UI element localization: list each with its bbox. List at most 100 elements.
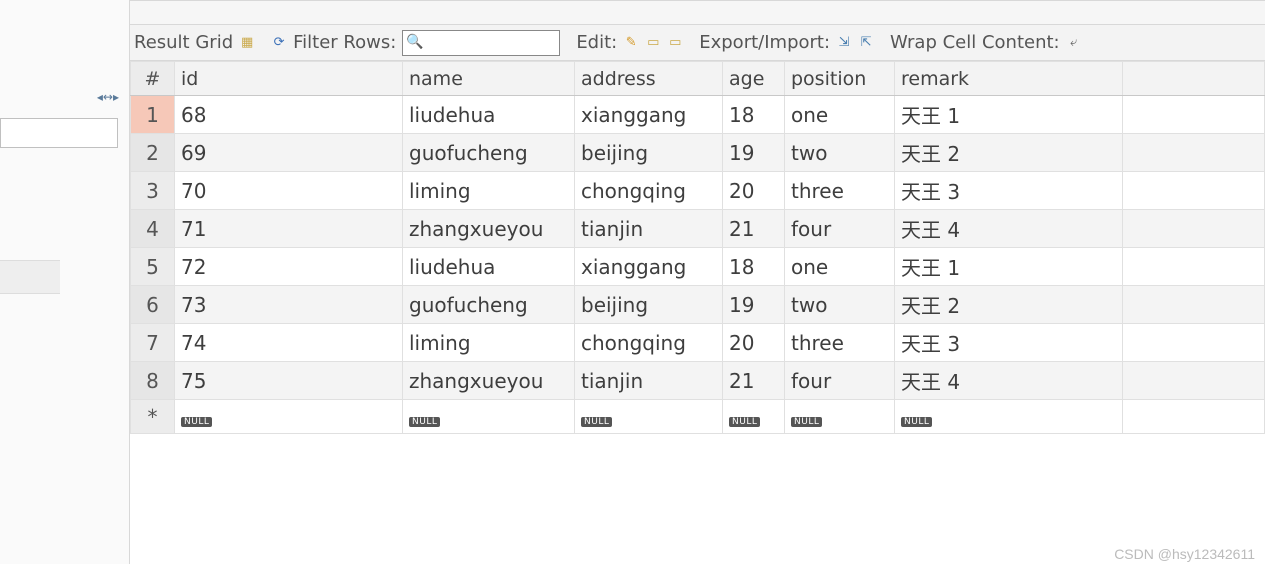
cell-extra[interactable] [1123,248,1265,286]
cell-name[interactable]: liming [403,324,575,362]
cell-age[interactable]: 20 [723,324,785,362]
col-position[interactable]: position [785,62,895,96]
cell-age[interactable]: 21 [723,210,785,248]
cell-position[interactable]: four [785,210,895,248]
table-row[interactable]: 774limingchongqing20three天王 3 [131,324,1265,362]
import-icon[interactable]: ⇱ [858,35,874,51]
rownum[interactable]: 3 [131,172,175,210]
rownum[interactable]: 1 [131,96,175,134]
cell-name[interactable]: zhangxueyou [403,362,575,400]
table-row[interactable]: 269guofuchengbeijing19two天王 2 [131,134,1265,172]
cell-address[interactable]: xianggang [575,96,723,134]
cell-name[interactable]: liudehua [403,96,575,134]
cell-name[interactable]: guofucheng [403,286,575,324]
result-grid[interactable]: # id name address age position remark 16… [130,61,1265,434]
cell-position[interactable]: three [785,172,895,210]
cell-name[interactable]: guofucheng [403,134,575,172]
table-row[interactable]: 168liudehuaxianggang18one天王 1 [131,96,1265,134]
cell-id[interactable]: 71 [175,210,403,248]
cell-position[interactable]: one [785,96,895,134]
cell-remark[interactable]: 天王 2 [895,134,1123,172]
table-row[interactable]: 370limingchongqing20three天王 3 [131,172,1265,210]
rownum[interactable]: 2 [131,134,175,172]
header-row[interactable]: # id name address age position remark [131,62,1265,96]
null-cell[interactable]: NULL [575,400,723,434]
panel-handle-icon[interactable]: ◂↔▸ [97,90,119,104]
cell-name[interactable]: liming [403,172,575,210]
rownum[interactable]: 6 [131,286,175,324]
cell-remark[interactable]: 天王 2 [895,286,1123,324]
cell-remark[interactable]: 天王 1 [895,96,1123,134]
side-search-input[interactable] [0,118,118,148]
table-row[interactable]: 875zhangxueyoutianjin21four天王 4 [131,362,1265,400]
rownum[interactable]: 4 [131,210,175,248]
col-name[interactable]: name [403,62,575,96]
rownum[interactable]: 7 [131,324,175,362]
cell-address[interactable]: tianjin [575,210,723,248]
cell-extra[interactable] [1123,96,1265,134]
cell-id[interactable]: 75 [175,362,403,400]
export-icon[interactable]: ⇲ [836,35,852,51]
cell-age[interactable]: 18 [723,248,785,286]
cell-extra[interactable] [1123,134,1265,172]
refresh-icon[interactable]: ⟳ [271,35,287,51]
cell-extra[interactable] [1123,210,1265,248]
col-age[interactable]: age [723,62,785,96]
cell-id[interactable]: 69 [175,134,403,172]
rownum[interactable]: 8 [131,362,175,400]
cell-position[interactable]: two [785,286,895,324]
cell-name[interactable]: liudehua [403,248,575,286]
cell-age[interactable]: 19 [723,134,785,172]
cell-position[interactable]: four [785,362,895,400]
col-address[interactable]: address [575,62,723,96]
cell-address[interactable]: chongqing [575,172,723,210]
cell-extra[interactable] [1123,362,1265,400]
cell-extra[interactable] [1123,400,1265,434]
cell-extra[interactable] [1123,172,1265,210]
cell-name[interactable]: zhangxueyou [403,210,575,248]
col-remark[interactable]: remark [895,62,1123,96]
cell-id[interactable]: 70 [175,172,403,210]
cell-address[interactable]: tianjin [575,362,723,400]
rownum[interactable]: * [131,400,175,434]
cell-address[interactable]: chongqing [575,324,723,362]
cell-remark[interactable]: 天王 4 [895,362,1123,400]
cell-id[interactable]: 73 [175,286,403,324]
null-cell[interactable]: NULL [175,400,403,434]
cell-remark[interactable]: 天王 1 [895,248,1123,286]
cell-remark[interactable]: 天王 3 [895,172,1123,210]
rownum[interactable]: 5 [131,248,175,286]
col-extra[interactable] [1123,62,1265,96]
cell-age[interactable]: 18 [723,96,785,134]
null-cell[interactable]: NULL [403,400,575,434]
delete-row-icon[interactable]: ▭ [667,35,683,51]
filter-input[interactable] [402,30,560,56]
table-row[interactable]: 471zhangxueyoutianjin21four天王 4 [131,210,1265,248]
cell-id[interactable]: 72 [175,248,403,286]
cell-extra[interactable] [1123,286,1265,324]
cell-position[interactable]: three [785,324,895,362]
cell-position[interactable]: two [785,134,895,172]
cell-age[interactable]: 21 [723,362,785,400]
table-row[interactable]: 673guofuchengbeijing19two天王 2 [131,286,1265,324]
cell-age[interactable]: 20 [723,172,785,210]
col-rownum[interactable]: # [131,62,175,96]
cell-extra[interactable] [1123,324,1265,362]
cell-address[interactable]: beijing [575,134,723,172]
cell-id[interactable]: 68 [175,96,403,134]
null-cell[interactable]: NULL [785,400,895,434]
new-row[interactable]: *NULLNULLNULLNULLNULLNULL [131,400,1265,434]
grid-icon[interactable]: ▦ [239,35,255,51]
table-row[interactable]: 572liudehuaxianggang18one天王 1 [131,248,1265,286]
null-cell[interactable]: NULL [895,400,1123,434]
cell-address[interactable]: beijing [575,286,723,324]
cell-address[interactable]: xianggang [575,248,723,286]
wrap-icon[interactable]: ⤶ [1066,35,1082,51]
cell-remark[interactable]: 天王 4 [895,210,1123,248]
edit-row-icon[interactable]: ✎ [623,35,639,51]
cell-position[interactable]: one [785,248,895,286]
cell-id[interactable]: 74 [175,324,403,362]
cell-remark[interactable]: 天王 3 [895,324,1123,362]
cell-age[interactable]: 19 [723,286,785,324]
insert-row-icon[interactable]: ▭ [645,35,661,51]
